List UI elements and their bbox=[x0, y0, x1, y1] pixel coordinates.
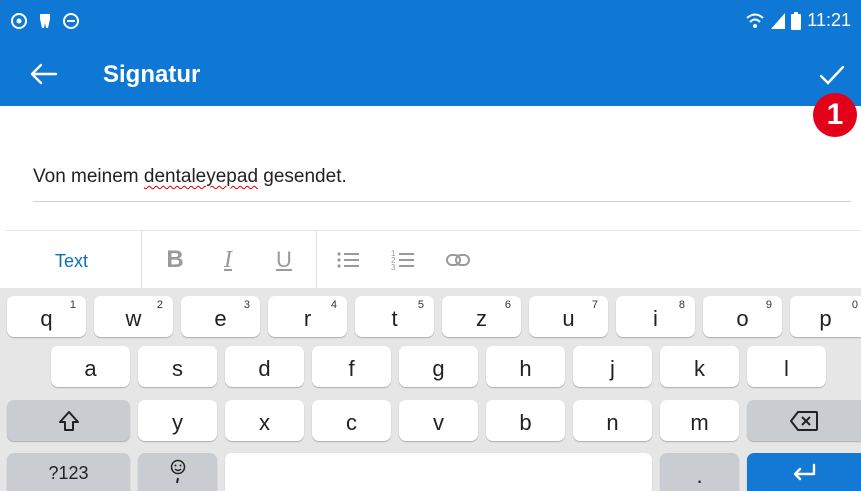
key-t[interactable]: t5 bbox=[355, 296, 434, 337]
numbered-list-icon[interactable]: 1 2 3 bbox=[390, 247, 416, 273]
shift-icon bbox=[58, 410, 79, 431]
key-z[interactable]: z6 bbox=[442, 296, 521, 337]
battery-icon bbox=[791, 11, 802, 30]
signature-field[interactable]: Von meinem dentaleyepad gesendet. bbox=[33, 166, 347, 188]
bullet-list-icon[interactable] bbox=[335, 247, 361, 273]
key-u[interactable]: u7 bbox=[529, 296, 608, 337]
emoji-key[interactable] bbox=[138, 453, 217, 491]
emoji-icon bbox=[170, 459, 185, 484]
signature-text-after: gesendet. bbox=[258, 166, 347, 187]
shift-key[interactable] bbox=[7, 400, 130, 441]
signature-underline bbox=[33, 201, 851, 202]
key-f[interactable]: f bbox=[312, 346, 391, 387]
key-d[interactable]: d bbox=[225, 346, 304, 387]
key-l[interactable]: l bbox=[747, 346, 826, 387]
onscreen-keyboard: q1 w2 e3 r4 t5 z6 u7 i8 o9 p0 a s d f g … bbox=[0, 288, 861, 491]
key-i[interactable]: i8 bbox=[616, 296, 695, 337]
toolbar-divider bbox=[141, 231, 142, 289]
key-b[interactable]: b bbox=[486, 400, 565, 441]
toolbar-divider bbox=[316, 231, 317, 289]
key-v[interactable]: v bbox=[399, 400, 478, 441]
key-c[interactable]: c bbox=[312, 400, 391, 441]
confirm-check-icon[interactable] bbox=[817, 60, 847, 90]
key-o[interactable]: o9 bbox=[703, 296, 782, 337]
backspace-key[interactable] bbox=[747, 400, 861, 441]
key-w[interactable]: w2 bbox=[94, 296, 173, 337]
status-bar: 11:21 bbox=[0, 0, 861, 44]
key-x[interactable]: x bbox=[225, 400, 304, 441]
key-y[interactable]: y bbox=[138, 400, 217, 441]
sync-icon bbox=[11, 13, 27, 29]
status-time: 11:21 bbox=[807, 10, 851, 30]
period-key[interactable]: . bbox=[660, 453, 739, 491]
do-not-disturb-icon bbox=[63, 13, 79, 29]
enter-arrow-icon bbox=[793, 463, 816, 481]
symbols-key[interactable]: ?123 bbox=[7, 453, 130, 491]
svg-text:3: 3 bbox=[391, 263, 396, 272]
annotation-badge: 1 bbox=[813, 93, 857, 137]
signal-icon bbox=[771, 12, 786, 29]
key-j[interactable]: j bbox=[573, 346, 652, 387]
underline-icon[interactable]: U bbox=[271, 247, 297, 273]
italic-icon[interactable]: I bbox=[215, 247, 241, 273]
signature-text-before: Von meinem bbox=[33, 166, 144, 187]
bold-icon[interactable]: B bbox=[162, 247, 188, 273]
key-p[interactable]: p0 bbox=[790, 296, 861, 337]
text-tab[interactable]: Text bbox=[55, 251, 88, 272]
link-icon[interactable] bbox=[445, 247, 471, 273]
spacebar[interactable] bbox=[225, 453, 652, 491]
key-n[interactable]: n bbox=[573, 400, 652, 441]
key-q[interactable]: q1 bbox=[7, 296, 86, 337]
key-g[interactable]: g bbox=[399, 346, 478, 387]
key-k[interactable]: k bbox=[660, 346, 739, 387]
key-r[interactable]: r4 bbox=[268, 296, 347, 337]
key-h[interactable]: h bbox=[486, 346, 565, 387]
key-e[interactable]: e3 bbox=[181, 296, 260, 337]
enter-key[interactable] bbox=[747, 453, 861, 491]
page-title: Signatur bbox=[103, 61, 201, 88]
app-bar: Signatur bbox=[0, 44, 861, 106]
back-arrow-icon[interactable] bbox=[28, 58, 60, 90]
formatting-toolbar: Text B I U 1 2 3 bbox=[5, 230, 861, 289]
key-a[interactable]: a bbox=[51, 346, 130, 387]
signature-misspelled-word: dentaleyepad bbox=[143, 166, 259, 187]
key-s[interactable]: s bbox=[138, 346, 217, 387]
notification-icons bbox=[10, 12, 80, 30]
tooth-icon bbox=[40, 14, 50, 28]
key-m[interactable]: m bbox=[660, 400, 739, 441]
backspace-icon bbox=[790, 410, 818, 431]
wifi-icon bbox=[746, 13, 764, 28]
